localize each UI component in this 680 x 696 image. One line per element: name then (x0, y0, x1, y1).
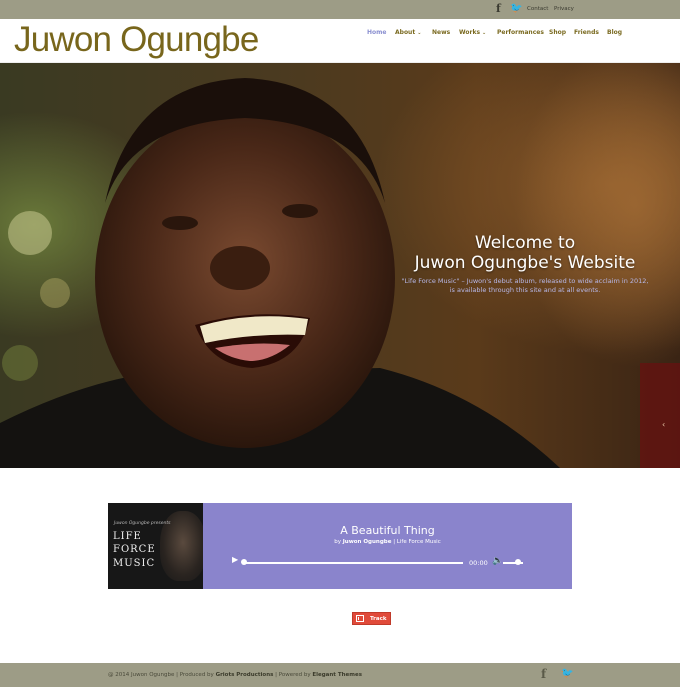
hero-title-line1: Welcome to (474, 233, 576, 253)
facebook-icon[interactable]: f (541, 667, 546, 681)
album-title-line3: MUSIC (113, 558, 156, 569)
track-album: Life Force Music (396, 539, 441, 545)
track-byline: by Juwon Ogungbe | Life Force Music (203, 539, 572, 545)
copyright-text: @ 2014 Juwon Ogungbe | Produced by (108, 672, 216, 678)
elegant-themes-link[interactable]: Elegant Themes (312, 672, 362, 678)
film-icon (356, 615, 364, 622)
top-bar: f 🐦 Contact Privacy (0, 0, 680, 19)
site-header: Juwon Ogungbe Home About ⌄ News Works ⌄ Pe… (0, 19, 680, 63)
nav-shop[interactable]: Shop (549, 29, 566, 36)
twitter-icon[interactable]: 🐦 (510, 3, 522, 14)
producer-link[interactable]: Griots Productions (216, 672, 274, 678)
by-prefix: by (334, 539, 341, 545)
volume-icon[interactable]: 🔈 (492, 556, 503, 566)
chevron-left-icon[interactable]: ‹ (662, 420, 665, 429)
hero-title-line2: Juwon Ogungbe's Website (414, 253, 636, 273)
twitter-icon[interactable]: 🐦 (561, 668, 573, 679)
nav-about[interactable]: About ⌄ (395, 29, 421, 36)
chevron-down-icon: ⌄ (482, 30, 487, 36)
byline-separator: | (393, 539, 396, 545)
site-footer: @ 2014 Juwon Ogungbe | Produced by Griot… (0, 663, 680, 687)
contact-link[interactable]: Contact (527, 6, 548, 12)
album-cover: Juwon Ogungbe presents LIFE FORCE MUSIC (108, 503, 203, 589)
nav-news[interactable]: News (432, 29, 450, 36)
footer-copyright: @ 2014 Juwon Ogungbe | Produced by Griot… (108, 672, 362, 678)
hero-slider: Welcome to Juwon Ogungbe's Website "Life… (0, 63, 680, 468)
nav-blog[interactable]: Blog (607, 29, 622, 36)
nav-home[interactable]: Home (367, 29, 386, 36)
progress-handle[interactable] (241, 559, 247, 565)
nav-works[interactable]: Works ⌄ (459, 29, 486, 36)
track-title: A Beautiful Thing (340, 524, 435, 537)
nav-about-label: About (395, 29, 416, 36)
track-button[interactable]: Track (352, 612, 391, 625)
hero-subtitle: "Life Force Music" – Juwon's debut album… (401, 277, 649, 294)
powered-text: | Powered by (273, 672, 313, 678)
album-title-line2: FORCE (113, 544, 156, 555)
album-title-line1: LIFE (113, 531, 142, 542)
chevron-down-icon: ⌄ (417, 30, 422, 36)
facebook-icon[interactable]: f (496, 2, 501, 15)
hero-title: Welcome to Juwon Ogungbe's Website (390, 233, 660, 273)
time-display: 00:00 (469, 559, 488, 567)
site-logo[interactable]: Juwon Ogungbe (14, 20, 259, 60)
play-icon[interactable]: ▶ (232, 555, 238, 564)
album-presents: Juwon Ogungbe presents (114, 521, 171, 526)
audio-player: Juwon Ogungbe presents LIFE FORCE MUSIC … (108, 503, 572, 589)
volume-handle[interactable] (515, 559, 521, 565)
nav-works-label: Works (459, 29, 481, 36)
nav-performances[interactable]: Performances (497, 29, 544, 36)
track-button-label: Track (370, 616, 387, 622)
privacy-link[interactable]: Privacy (554, 6, 574, 12)
track-artist: Juwon Ogungbe (342, 539, 392, 545)
nav-friends[interactable]: Friends (574, 29, 599, 36)
progress-bar[interactable] (243, 562, 463, 564)
